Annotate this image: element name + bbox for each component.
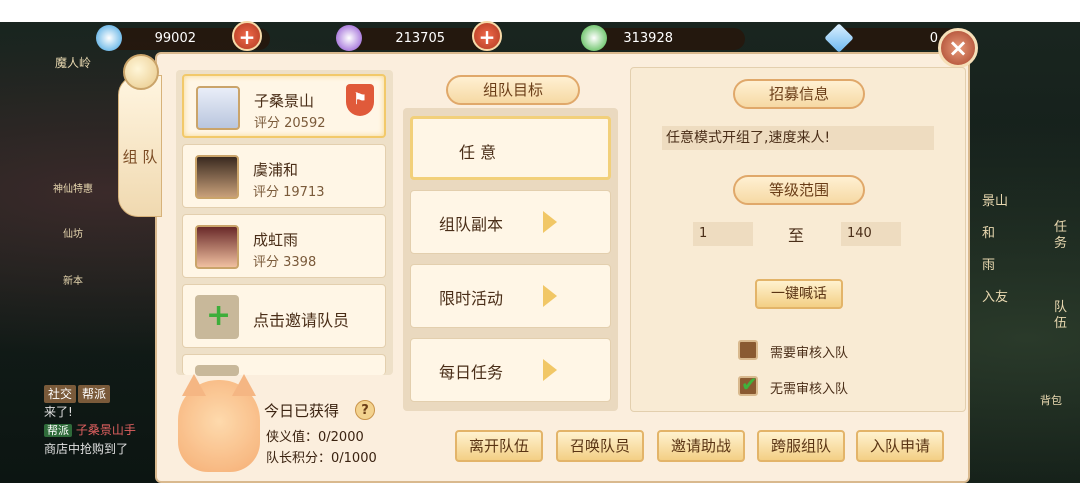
member-name: 虞浦和	[253, 161, 299, 179]
member-score: 评分 20592	[254, 116, 326, 131]
invite-helper-button[interactable]: 邀请助战	[657, 430, 745, 462]
target-option-any[interactable]: 任 意	[410, 116, 611, 180]
left-side-item-shop[interactable]: 仙坊	[48, 225, 98, 240]
right-side-item[interactable]: 和	[982, 222, 995, 241]
chat-line: 商店中抢购到了	[44, 442, 129, 456]
purple-orb-icon	[336, 25, 362, 51]
chat-channel-badge: 帮派	[44, 424, 72, 437]
honor-value: 侠义值：0/2000	[266, 430, 364, 445]
chevron-right-icon	[543, 285, 557, 307]
left-side-item-dungeon[interactable]: 新本	[48, 272, 98, 287]
tab-team[interactable]: 组 队	[118, 54, 162, 217]
level-min-input[interactable]: 1	[693, 222, 753, 246]
chevron-right-icon	[543, 359, 557, 381]
target-label: 限时活动	[439, 289, 504, 308]
target-option-dungeon[interactable]: 组队副本	[410, 190, 611, 254]
bag-button[interactable]: 背包	[1040, 392, 1062, 408]
chat-tab-guild[interactable]: 帮派	[78, 385, 111, 403]
member-card-empty	[182, 354, 386, 376]
avatar	[195, 155, 239, 199]
recruit-message-input[interactable]: 任意模式开组了,速度来人!	[662, 126, 934, 150]
close-button[interactable]: ×	[938, 28, 978, 68]
blue-orb-icon	[96, 25, 122, 51]
cross-server-button[interactable]: 跨服组队	[757, 430, 845, 462]
left-game-sidebar: 魔人岭 神仙特惠 仙坊 新本	[42, 40, 102, 420]
today-title: 今日已获得	[264, 402, 340, 420]
target-title: 组队目标	[446, 75, 580, 105]
target-label: 每日任务	[439, 363, 504, 382]
chat-tab-social[interactable]: 社交	[44, 385, 77, 403]
resource-green: 313928	[581, 25, 745, 51]
member-card[interactable]: 子桑景山 评分 20592 ⚑	[182, 74, 386, 138]
member-card[interactable]: 成虹雨 评分 3398	[182, 214, 386, 278]
need-review-checkbox[interactable]	[738, 340, 758, 360]
invite-label: 点击邀请队员	[253, 311, 350, 330]
green-orb-icon	[581, 25, 607, 51]
status-strip	[0, 0, 1080, 22]
moon-icon	[123, 54, 159, 90]
no-review-checkbox[interactable]: ✔	[738, 372, 758, 396]
help-icon[interactable]: ?	[355, 400, 375, 420]
right-side-item[interactable]: 入友	[982, 286, 1008, 305]
member-score: 评分 3398	[253, 255, 317, 270]
resource-bar: 99002 + 213705 + 313928 0	[95, 21, 985, 54]
resource-value: 313928	[623, 31, 673, 46]
join-requests-button[interactable]: 入队申请	[856, 430, 944, 462]
chat-line: 来了!	[44, 405, 73, 419]
left-side-item-region[interactable]: 魔人岭	[48, 54, 98, 71]
left-side-item-deal[interactable]: 神仙特惠	[48, 180, 98, 195]
right-tab-team[interactable]: 队伍	[1054, 300, 1068, 332]
chat-line: 帮派 子桑景山手	[44, 421, 164, 440]
target-label: 任 意	[459, 143, 497, 162]
need-review-label: 需要审核入队	[770, 346, 849, 361]
avatar	[196, 86, 240, 130]
chat-sender[interactable]: 子桑景山手	[76, 423, 136, 437]
recruit-title: 招募信息	[733, 79, 865, 109]
avatar	[195, 225, 239, 269]
no-review-label: 无需审核入队	[770, 382, 849, 397]
member-name: 子桑景山	[254, 92, 315, 110]
chevron-right-icon	[543, 211, 557, 233]
member-score: 评分 19713	[253, 185, 325, 200]
level-range-title: 等级范围	[733, 175, 865, 205]
level-to-label: 至	[788, 226, 805, 245]
right-side-item[interactable]: 雨	[982, 254, 995, 273]
diamond-icon	[824, 23, 854, 53]
shout-button[interactable]: 一键喊话	[755, 279, 843, 309]
add-blue-button[interactable]: +	[232, 21, 262, 51]
cat-ear	[182, 374, 206, 396]
check-icon: ✔	[741, 372, 758, 396]
member-name: 成虹雨	[253, 231, 299, 249]
summon-members-button[interactable]: 召唤队员	[556, 430, 644, 462]
team-target-list: 任 意 组队副本 限时活动 每日任务	[403, 108, 618, 411]
member-card[interactable]: 虞浦和 评分 19713	[182, 144, 386, 208]
leave-team-button[interactable]: 离开队伍	[455, 430, 543, 462]
right-tab-tasks[interactable]: 任务	[1054, 220, 1068, 252]
target-label: 组队副本	[439, 215, 504, 234]
chat-tabs: 社交 帮派	[44, 385, 164, 403]
right-side-item[interactable]: 景山	[982, 190, 1008, 209]
member-list: 子桑景山 评分 20592 ⚑ 虞浦和 评分 19713 成虹雨 评分 3398…	[176, 70, 393, 376]
resource-value: 0	[929, 31, 938, 46]
resource-purple: 213705	[336, 25, 490, 51]
leader-points: 队长积分：0/1000	[266, 451, 377, 466]
target-option-daily[interactable]: 每日任务	[410, 338, 611, 402]
cat-ear	[232, 374, 256, 396]
target-option-event[interactable]: 限时活动	[410, 264, 611, 328]
resource-value: 213705	[395, 31, 445, 46]
level-max-input[interactable]: 140	[841, 222, 901, 246]
plus-icon: +	[195, 295, 239, 339]
chat-area: 社交 帮派 来了! 帮派 子桑景山手 商店中抢购到了	[44, 385, 164, 458]
add-purple-button[interactable]: +	[472, 21, 502, 51]
tab-team-label: 组 队	[122, 148, 158, 166]
cat-mascot-icon	[178, 374, 260, 472]
resource-value: 99002	[154, 31, 196, 46]
leader-flag-icon: ⚑	[346, 84, 374, 116]
invite-member-card[interactable]: + 点击邀请队员	[182, 284, 386, 348]
